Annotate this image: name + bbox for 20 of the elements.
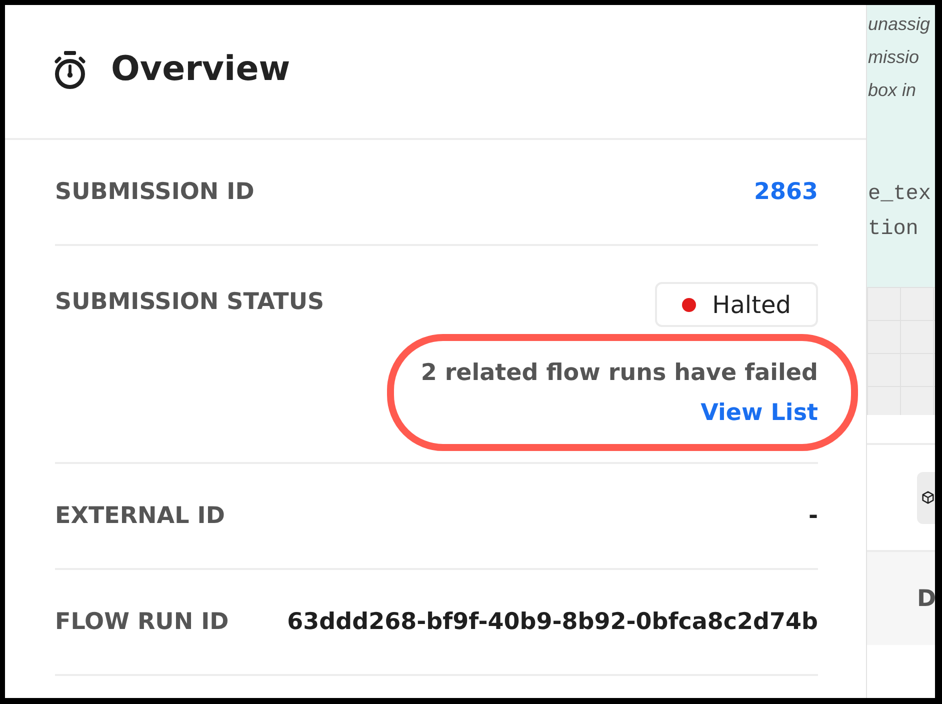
failure-message: 2 related flow runs have failed (420, 359, 818, 388)
status-text: Halted (712, 290, 791, 318)
field-value-link[interactable]: 2863 (754, 179, 818, 205)
code-text: e_tex (868, 182, 932, 208)
cube-icon (922, 491, 934, 504)
field-label: SUBMISSION STATUS (55, 288, 324, 317)
field-value: 63ddd268-bf9f-40b9-8b92-0bfca8c2d74b (287, 609, 818, 635)
panel-title: Overview (111, 49, 290, 90)
note-text: box in (868, 79, 916, 102)
stopwatch-icon (53, 50, 87, 88)
note-text: unassig (868, 13, 930, 36)
field-label: EXTERNAL ID (55, 503, 225, 529)
field-label: SUBMISSION ID (55, 179, 254, 205)
code-text: tion (868, 217, 918, 243)
cube-button[interactable] (917, 472, 935, 524)
field-value: - (808, 503, 818, 529)
column-header: D (917, 586, 935, 612)
note-text: missio (868, 46, 920, 69)
field-label: FLOW RUN ID (55, 609, 229, 635)
view-list-link[interactable]: View List (700, 393, 818, 433)
